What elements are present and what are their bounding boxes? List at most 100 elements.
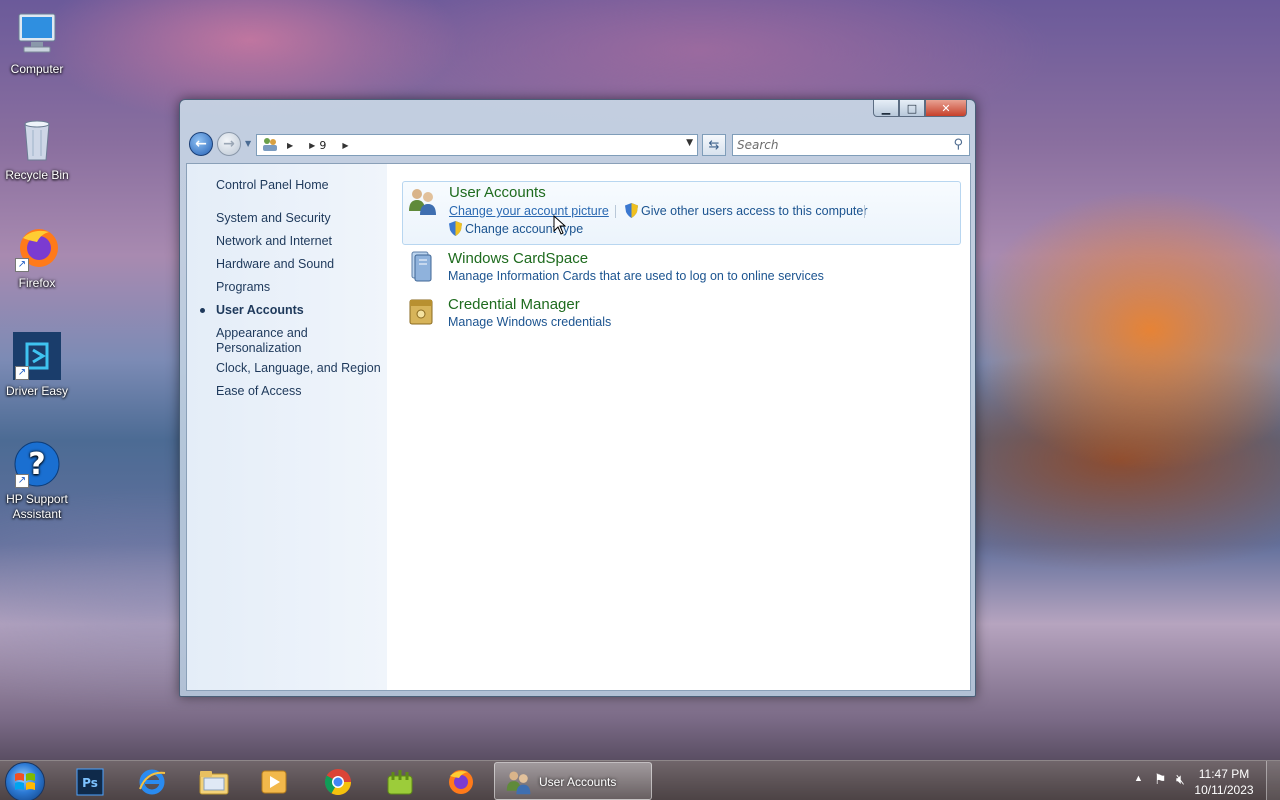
- computer-icon: [13, 10, 61, 58]
- content-area: Control Panel Home System and Security N…: [186, 163, 971, 691]
- taskbar-active-window[interactable]: User Accounts: [494, 762, 652, 800]
- windows-logo-icon: [15, 773, 35, 790]
- window-controls: ▁ □ ✕: [873, 100, 967, 117]
- change-account-picture-link[interactable]: Change your account picture: [449, 204, 609, 218]
- cardspace-icon: [406, 250, 436, 282]
- help-icon: ? ↗: [13, 440, 61, 488]
- app-icon: [387, 770, 413, 795]
- firefox-icon: [449, 770, 473, 794]
- taskbar-window-label: User Accounts: [539, 775, 617, 789]
- taskbar: Ps User Accounts ▲ ⚑ 🔇︎ 11:47 PM 10/11/2…: [0, 760, 1280, 800]
- active-bullet: [200, 308, 205, 313]
- show-desktop-button[interactable]: [1266, 761, 1280, 800]
- back-button[interactable]: ←: [189, 132, 213, 156]
- credential-manager-title[interactable]: Credential Manager: [448, 296, 580, 313]
- recent-pages-dropdown[interactable]: ▼: [245, 139, 251, 148]
- forward-arrow-icon: →: [223, 136, 235, 152]
- uac-shield-icon: [449, 221, 462, 236]
- control-panel-home-link[interactable]: Control Panel Home: [216, 178, 381, 193]
- windows-cardspace-title[interactable]: Windows CardSpace: [448, 250, 588, 267]
- taskbar-file-explorer[interactable]: [188, 764, 240, 800]
- minimize-button[interactable]: ▁: [873, 100, 899, 117]
- desktop-icon-label: HP Support Assistant: [6, 492, 68, 521]
- chrome-icon: [324, 769, 352, 796]
- desktop-icon-firefox[interactable]: ↗ Firefox: [0, 224, 74, 291]
- back-arrow-icon: ←: [195, 136, 207, 152]
- address-bar[interactable]: ▶ ▶ 9 ▶ ▼: [256, 134, 698, 156]
- left-navigation-pane: Control Panel Home System and Security N…: [187, 164, 387, 690]
- nav-ease-of-access[interactable]: Ease of Access: [216, 384, 381, 399]
- control-panel-window: ▁ □ ✕ ← → ▼ ▶ ▶ 9 ▶ ▼ ⇆ Search ⚲ Control…: [179, 99, 976, 697]
- firefox-icon: ↗: [13, 224, 61, 272]
- desktop-icon-hp-support[interactable]: ? ↗ HP Support Assistant: [0, 440, 74, 522]
- svg-text:Ps: Ps: [82, 776, 98, 790]
- volume-muted-icon[interactable]: 🔇︎: [1176, 771, 1185, 788]
- separator: [864, 205, 865, 218]
- svg-text:?: ?: [28, 447, 45, 482]
- desktop-icon-computer[interactable]: Computer: [0, 10, 74, 77]
- control-panel-icon: [261, 136, 279, 155]
- desktop-icon-label: Recycle Bin: [5, 168, 69, 182]
- clock[interactable]: 11:47 PM 10/11/2023: [1189, 766, 1259, 798]
- breadcrumb-arrow-icon[interactable]: ▶: [287, 141, 293, 150]
- show-hidden-icons-icon[interactable]: ▲: [1134, 773, 1143, 783]
- close-button[interactable]: ✕: [925, 100, 967, 117]
- nav-user-accounts[interactable]: User Accounts: [216, 303, 381, 318]
- breadcrumb-arrow-icon[interactable]: ▶: [342, 141, 348, 150]
- manage-windows-credentials-link[interactable]: Manage Windows credentials: [448, 315, 611, 329]
- taskbar-media-player[interactable]: [248, 764, 300, 800]
- search-placeholder: Search: [737, 138, 779, 152]
- nav-appearance-and-personalization[interactable]: Appearance and Personalization: [216, 326, 336, 356]
- refresh-button[interactable]: ⇆: [702, 134, 726, 156]
- category-user-accounts[interactable]: User Accounts Change your account pictur…: [402, 181, 961, 245]
- user-accounts-icon: [407, 185, 437, 215]
- start-button[interactable]: [5, 762, 45, 800]
- nav-clock-language-region[interactable]: Clock, Language, and Region: [216, 361, 381, 376]
- separator: [615, 205, 616, 218]
- recycle-bin-icon: [13, 116, 61, 164]
- refresh-icon: ⇆: [708, 137, 720, 153]
- photoshop-icon: Ps: [76, 768, 104, 796]
- minimize-icon: ▁: [881, 101, 891, 115]
- nav-hardware-and-sound[interactable]: Hardware and Sound: [216, 257, 381, 272]
- action-center-flag-icon[interactable]: ⚑: [1154, 771, 1167, 788]
- give-other-users-access-link[interactable]: Give other users access to this computer: [641, 204, 867, 218]
- search-box[interactable]: Search ⚲: [732, 134, 970, 156]
- taskbar-photoshop[interactable]: Ps: [64, 764, 116, 800]
- main-pane: User Accounts Change your account pictur…: [387, 164, 970, 690]
- shortcut-arrow-icon: ↗: [15, 258, 29, 272]
- nav-network-and-internet[interactable]: Network and Internet: [216, 234, 381, 249]
- category-windows-cardspace[interactable]: Windows CardSpace Manage Information Car…: [402, 248, 962, 294]
- forward-button[interactable]: →: [217, 132, 241, 156]
- category-credential-manager[interactable]: Credential Manager Manage Windows creden…: [402, 294, 962, 340]
- uac-shield-icon: [625, 203, 638, 218]
- breadcrumb-segment[interactable]: 9: [319, 139, 326, 152]
- close-icon: ✕: [941, 101, 951, 115]
- navigation-bar: ← → ▼ ▶ ▶ 9 ▶ ▼ ⇆ Search ⚲: [188, 131, 970, 159]
- search-icon[interactable]: ⚲: [953, 137, 963, 152]
- breadcrumb-arrow-icon[interactable]: ▶: [309, 141, 315, 150]
- taskbar-chrome[interactable]: [312, 764, 364, 800]
- maximize-icon: □: [906, 101, 918, 115]
- nav-system-and-security[interactable]: System and Security: [216, 211, 381, 226]
- address-dropdown-icon[interactable]: ▼: [686, 138, 693, 148]
- taskbar-internet-explorer[interactable]: [126, 764, 178, 800]
- shortcut-arrow-icon: ↗: [15, 366, 29, 380]
- mouse-cursor-icon: [553, 215, 567, 235]
- shortcut-arrow-icon: ↗: [15, 474, 29, 488]
- taskbar-app[interactable]: [374, 764, 426, 800]
- desktop-icon-driver-easy[interactable]: ↗ Driver Easy: [0, 332, 74, 399]
- taskbar-firefox[interactable]: [434, 764, 486, 800]
- clock-date: 10/11/2023: [1194, 783, 1254, 797]
- desktop-icon-recycle-bin[interactable]: Recycle Bin: [0, 116, 74, 183]
- user-accounts-title[interactable]: User Accounts: [449, 184, 546, 201]
- nav-programs[interactable]: Programs: [216, 280, 381, 295]
- driver-easy-icon: ↗: [13, 332, 61, 380]
- maximize-button[interactable]: □: [899, 100, 925, 117]
- system-tray: ▲ ⚑ 🔇︎ 11:47 PM 10/11/2023: [1120, 761, 1280, 800]
- credential-manager-icon: [406, 296, 436, 326]
- desktop-icon-label: Driver Easy: [5, 384, 68, 398]
- clock-time: 11:47 PM: [1198, 767, 1250, 781]
- desktop-icon-label: Computer: [10, 62, 64, 76]
- manage-information-cards-link[interactable]: Manage Information Cards that are used t…: [448, 269, 824, 283]
